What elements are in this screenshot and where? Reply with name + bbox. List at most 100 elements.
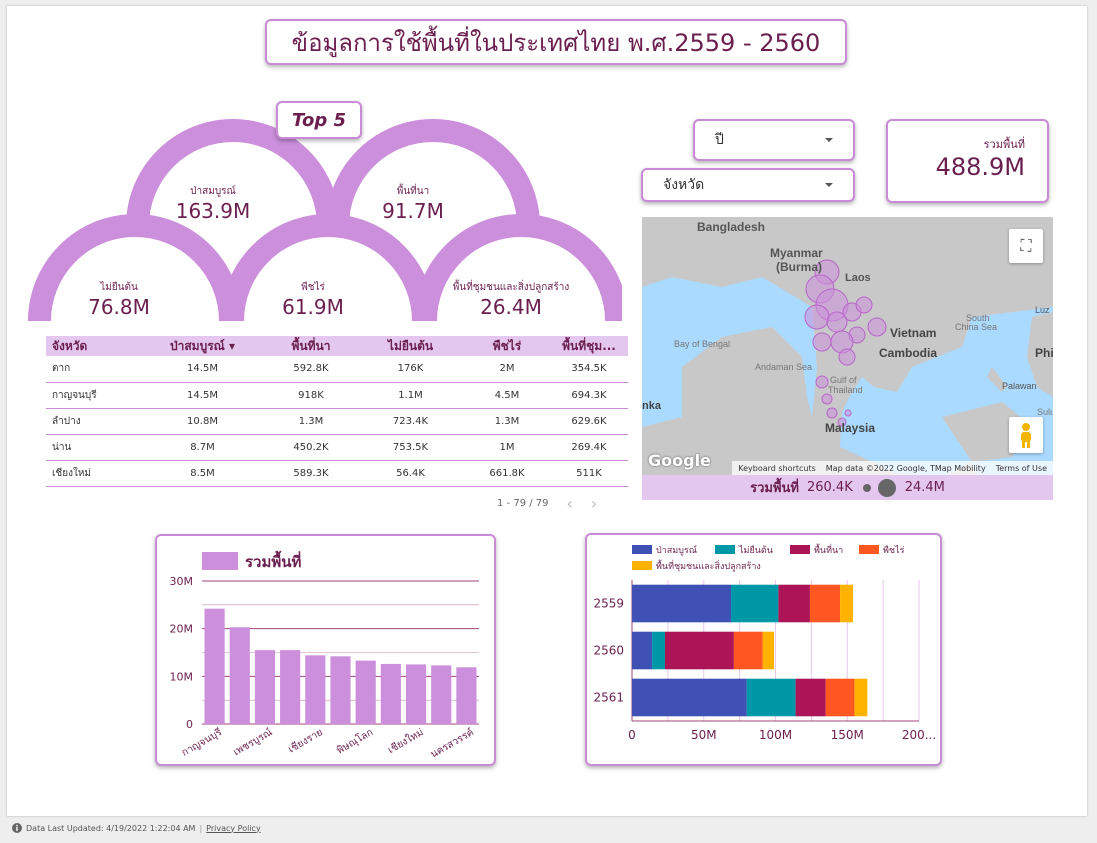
province-bar-chart-card: รวมพื้นที่ 0 10M 20M 30M กาญจนบุรี เพชรบูรณ์ เช… (155, 534, 496, 766)
province-filter-dropdown[interactable]: จังหวัด (641, 168, 855, 202)
legend-label: ป่าสมบูรณ์ (656, 544, 697, 556)
table-cell: 354.5K (550, 356, 628, 383)
gauge-2: พื้นที่นา 91.7M (382, 186, 444, 223)
map-bubble (812, 332, 832, 352)
footer: Data Last Updated: 4/19/2022 1:22:04 AM … (12, 823, 261, 833)
table-cell: 176K (357, 356, 464, 383)
map-label: Bay of Bengal (674, 339, 730, 349)
legend-label: ไม่ยืนต้น (738, 545, 773, 556)
map-label: Palawan (1002, 381, 1037, 391)
legend-swatch (859, 545, 879, 554)
table-cell: 1.3M (464, 408, 550, 435)
report-page: ข้อมูลการใช้พื้นที่ในประเทศไทย พ.ศ.2559 … (7, 6, 1087, 816)
table-cell: 753.5K (357, 434, 464, 461)
stacked-bar-segment (632, 631, 653, 670)
fullscreen-icon[interactable]: ⛶ (1009, 229, 1043, 263)
pegman-icon (1021, 423, 1031, 448)
column-header[interactable]: พืชไร่ (464, 336, 550, 356)
legend-label: พืชไร่ (883, 545, 905, 556)
map-label: Vietnam (890, 326, 936, 340)
column-header[interactable]: ไม่ยืนต้น (357, 336, 464, 356)
x-tick-label: พิษณุโลก (334, 725, 375, 756)
keyboard-shortcuts-link[interactable]: Keyboard shortcuts (738, 464, 815, 473)
map-legend-label: รวมพื้นที่ (750, 481, 799, 496)
table-cell: กาญจนบุรี (46, 382, 140, 409)
bar (305, 655, 326, 724)
stacked-bar-segment (746, 678, 796, 717)
table-cell: 511K (550, 460, 628, 487)
legend-label: พื้นที่ชุมชนและสิ่งปลูกสร้าง (656, 559, 761, 572)
map-label: China Sea (955, 322, 997, 332)
x-tick-label: 200... (902, 728, 936, 742)
table-cell: 1.1M (357, 382, 464, 409)
map-label: Cambodia (879, 346, 937, 360)
table-cell: 723.4K (357, 408, 464, 435)
stacked-bar-segment (731, 584, 779, 623)
map-bubble (838, 348, 856, 366)
gauge-5: พื้นที่ชุมชนและสิ่งปลูกสร้าง 26.4M (452, 282, 570, 319)
y-tick-label: 30M (170, 575, 194, 588)
y-tick-label: 20M (170, 623, 194, 636)
chevron-right-icon[interactable]: › (591, 494, 597, 513)
stacked-bar-segment (652, 631, 666, 670)
map-bubble (821, 393, 833, 405)
table-cell: 1M (464, 434, 550, 461)
stacked-bar-segment (632, 584, 732, 623)
stacked-bar-segment (632, 678, 747, 717)
stacked-bar-segment (778, 584, 810, 623)
map-label: Malaysia (825, 421, 875, 435)
table-cell: 661.8K (464, 460, 550, 487)
bar (431, 665, 452, 724)
table-cell: 269.4K (550, 434, 628, 461)
table-cell: 2M (464, 356, 550, 383)
year-stacked-chart-card: ป่าสมบูรณ์ ไม่ยืนต้น พื้นที่นา พืชไร่ พื้นที… (585, 533, 942, 766)
map-label: Thailand (828, 385, 863, 395)
street-view-pegman-icon[interactable] (1009, 417, 1043, 453)
map-label: (Burma) (776, 260, 822, 274)
map-label: Luz (1035, 305, 1050, 315)
stacked-bar-segment (854, 678, 868, 717)
legend-swatch (790, 545, 810, 554)
x-tick-label: 0 (628, 728, 636, 742)
table-row: น่าน 8.7M 450.2K 753.5K 1M 269.4K (46, 434, 628, 461)
table-cell: 629.6K (550, 408, 628, 435)
table-cell: 8.5M (140, 460, 265, 487)
table-row: เชียงใหม่ 8.5M 589.3K 56.4K 661.8K 511K (46, 460, 628, 487)
table-cell: 592.8K (265, 356, 357, 383)
table-cell: 56.4K (357, 460, 464, 487)
table-cell: 589.3K (265, 460, 357, 487)
table-cell: 694.3K (550, 382, 628, 409)
table-row: กาญจนบุรี 14.5M 918K 1.1M 4.5M 694.3K (46, 382, 628, 409)
table-cell: 918K (265, 382, 357, 409)
legend-swatch (715, 545, 735, 554)
table-cell: 4.5M (464, 382, 550, 409)
terms-of-use-link[interactable]: Terms of Use (996, 464, 1047, 473)
year-filter-dropdown[interactable]: ปี (693, 119, 855, 161)
x-tick-label: นครสวรรค์ (428, 726, 476, 760)
map-bubble (867, 317, 887, 337)
column-header[interactable]: พื้นที่นา (265, 336, 357, 356)
map-bubble (844, 409, 852, 417)
map-label: Myanmar (770, 246, 823, 260)
map-legend-max: 24.4M (904, 480, 945, 495)
bubble-map[interactable]: Bangladesh Myanmar (Burma) Laos Vietnam … (642, 217, 1053, 500)
pagination-text: 1 - 79 / 79 (497, 498, 549, 509)
table-cell: 450.2K (265, 434, 357, 461)
stacked-bar-segment (665, 631, 734, 670)
column-header[interactable]: พื้นที่ชุม... (550, 336, 628, 356)
privacy-policy-link[interactable]: Privacy Policy (206, 824, 261, 833)
year-filter-label: ปี (715, 132, 724, 148)
table-cell: 8.7M (140, 434, 265, 461)
table-cell: เชียงใหม่ (46, 460, 140, 487)
province-filter-label: จังหวัด (663, 177, 705, 193)
map-bubble (826, 407, 838, 419)
chevron-left-icon[interactable]: ‹ (567, 494, 573, 513)
column-header[interactable]: จังหวัด (46, 336, 140, 356)
total-area-label: รวมพื้นที่ (983, 138, 1025, 151)
map-label: Sulu (1037, 407, 1053, 417)
legend-swatch (632, 545, 652, 554)
map-bubble (804, 304, 830, 330)
table-cell: 10.8M (140, 408, 265, 435)
stacked-bar-segment (809, 584, 841, 623)
column-header[interactable]: ป่าสมบูรณ์ ▾ (140, 336, 265, 356)
